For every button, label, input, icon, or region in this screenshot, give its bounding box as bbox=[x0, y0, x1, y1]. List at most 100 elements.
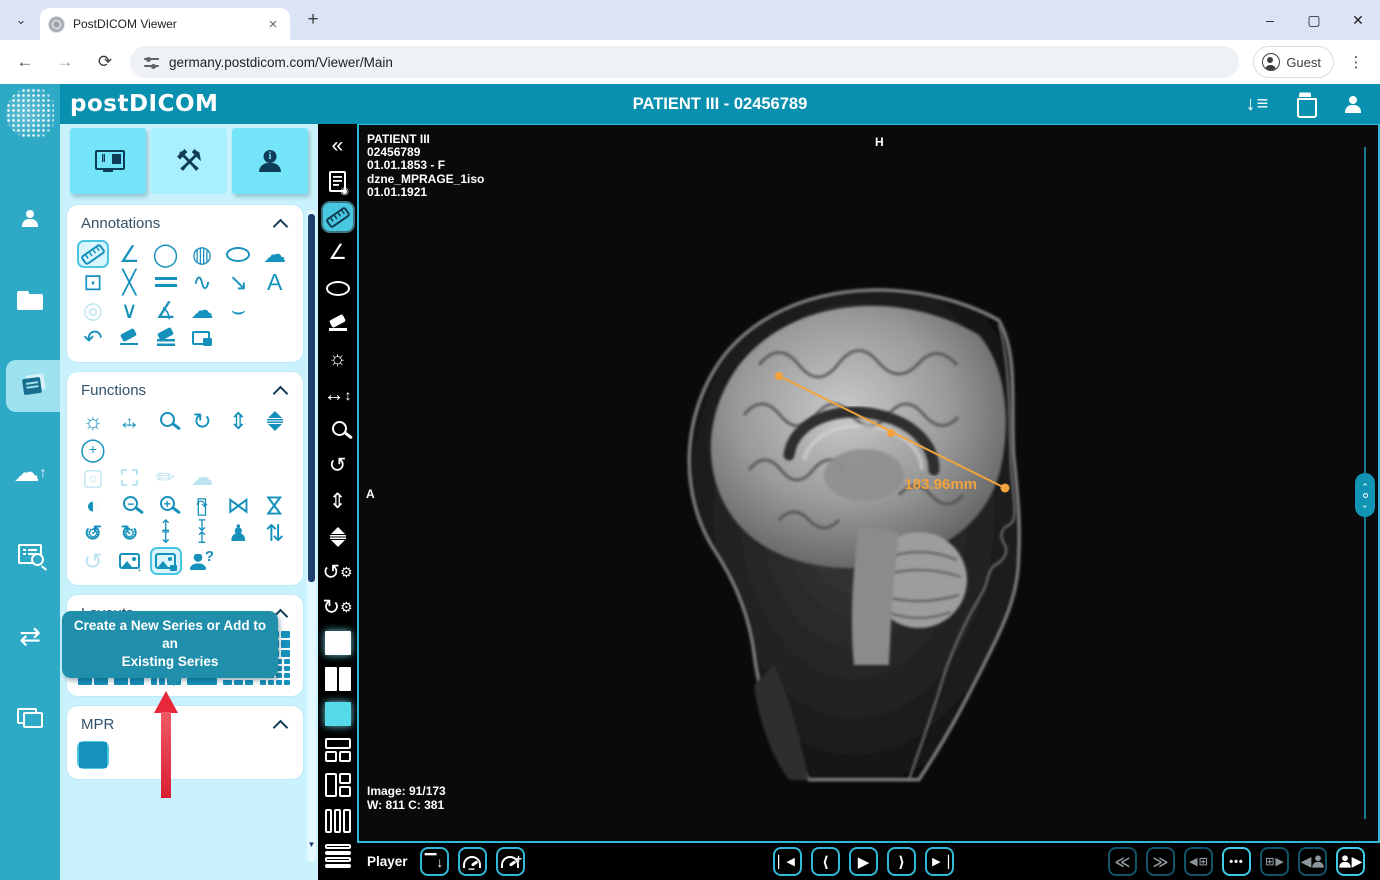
rail-item-share-exchange[interactable]: ⇄ bbox=[4, 614, 56, 658]
tab-tools[interactable]: ⚒ bbox=[151, 128, 227, 194]
freehand-region-icon[interactable]: ☁ bbox=[186, 463, 218, 491]
previous-study-grid-button[interactable]: ◀ ⊞ bbox=[1184, 847, 1213, 876]
tab-close-icon[interactable]: × bbox=[264, 15, 282, 33]
more-options-button[interactable]: ••• bbox=[1222, 847, 1251, 876]
toolbar-layout-3col[interactable] bbox=[323, 807, 353, 835]
arrow-icon[interactable]: ↘ bbox=[222, 268, 254, 296]
speed-up-button[interactable] bbox=[495, 847, 525, 876]
toolbar-scroll-stack[interactable] bbox=[323, 523, 353, 551]
spline-curve-icon[interactable]: ⌣ bbox=[222, 296, 254, 324]
rail-item-cloud-upload[interactable]: ☁ ↑ bbox=[4, 450, 56, 494]
reload-button[interactable]: ⟳ bbox=[90, 47, 120, 77]
last-image-button[interactable]: ▶ ▕ bbox=[925, 847, 954, 876]
invert-icon[interactable]: ◐ bbox=[77, 491, 109, 519]
toolbar-pan[interactable]: ↔ ↕ bbox=[323, 381, 353, 409]
tab-search-chevron-icon[interactable]: ⌄ bbox=[8, 7, 34, 33]
undo-annotation-icon[interactable]: ↶ bbox=[77, 324, 109, 352]
browser-tab[interactable]: PostDICOM Viewer × bbox=[40, 8, 290, 40]
closed-region-icon[interactable]: ☁ bbox=[186, 296, 218, 324]
toolbar-auto-rotation[interactable]: ↻ ⚙ bbox=[322, 594, 352, 622]
zoom-out-icon[interactable] bbox=[113, 491, 145, 519]
reset-rotation-icon[interactable]: ↺ ⚙ bbox=[77, 519, 109, 547]
panel-scrollbar-thumb[interactable] bbox=[308, 214, 315, 582]
rail-item-folders[interactable] bbox=[4, 278, 56, 322]
new-tab-button[interactable]: + bbox=[300, 7, 326, 33]
collapse-vertical-icon[interactable]: ↧ ↥ bbox=[186, 519, 218, 547]
panel-scrollbar[interactable] bbox=[307, 210, 316, 862]
pan-icon[interactable]: ↔ ↕ bbox=[113, 407, 145, 435]
speed-down-button[interactable] bbox=[457, 847, 487, 876]
close-button[interactable]: ✕ bbox=[1336, 0, 1380, 40]
play-button[interactable]: ▶ bbox=[849, 847, 878, 876]
rail-item-remote-screens[interactable] bbox=[4, 696, 56, 740]
toolbar-magnify[interactable] bbox=[323, 416, 353, 444]
url-text[interactable]: germany.postdicom.com/Viewer/Main bbox=[169, 55, 393, 70]
site-settings-icon[interactable] bbox=[144, 56, 159, 69]
crosshair-sync-icon[interactable]: ◯ + bbox=[77, 435, 109, 463]
guest-profile-button[interactable]: Guest bbox=[1253, 46, 1334, 78]
new-series-icon[interactable] bbox=[149, 547, 182, 575]
toolbar-window-level[interactable]: ☼ bbox=[323, 345, 353, 373]
toolbar-layout-current[interactable] bbox=[323, 700, 353, 728]
toolbar-eraser[interactable] bbox=[323, 310, 353, 338]
cross-lines-icon[interactable]: ╳ bbox=[113, 268, 145, 296]
toolbar-report-view[interactable] bbox=[323, 168, 353, 197]
assign-user-icon[interactable] bbox=[186, 547, 218, 575]
freehand-draw-icon[interactable]: ☁ bbox=[259, 240, 291, 268]
tab-patient-info[interactable]: i bbox=[232, 128, 308, 194]
next-series-set-button[interactable]: ≫ bbox=[1146, 847, 1175, 876]
rect-roi-icon[interactable]: ⊡ bbox=[77, 268, 109, 296]
sync-scroll-icon[interactable]: ⇅ bbox=[259, 519, 291, 547]
browser-menu-icon[interactable]: ⋮ bbox=[1344, 50, 1368, 74]
undo-series-icon[interactable]: ↺ bbox=[77, 547, 109, 575]
toolbar-layout-1top-2bottom[interactable] bbox=[323, 736, 353, 764]
reference-point-icon[interactable]: ◎ bbox=[77, 296, 109, 324]
toolbar-ellipse[interactable] bbox=[323, 274, 353, 302]
mirror-vertical-icon[interactable]: ⋈ bbox=[259, 491, 291, 519]
previous-image-button[interactable]: ⟨ bbox=[811, 847, 840, 876]
patient-orientation-icon[interactable]: ♟ bbox=[222, 519, 254, 547]
toolbar-layout-2col-filled[interactable] bbox=[323, 665, 353, 693]
toolbar-ruler[interactable] bbox=[322, 203, 353, 231]
text-annotation-icon[interactable]: A bbox=[259, 268, 291, 296]
zoom-in-icon[interactable] bbox=[150, 491, 182, 519]
erase-all-icon[interactable] bbox=[150, 324, 182, 352]
panel-scroll-down-icon[interactable]: ▼ bbox=[307, 838, 316, 850]
window-level-icon[interactable]: ☼ bbox=[77, 407, 109, 435]
ruler-icon[interactable] bbox=[77, 240, 109, 268]
window-level-region-icon[interactable]: ▢ ☼ bbox=[77, 463, 109, 491]
mpr-view-icon[interactable] bbox=[77, 741, 109, 769]
next-patient-button[interactable]: ▶ bbox=[1336, 847, 1365, 876]
toolbar-reset-rotation[interactable]: ↺ ⚙ bbox=[322, 558, 352, 586]
export-image-icon[interactable] bbox=[113, 547, 145, 575]
forward-button[interactable]: → bbox=[50, 47, 80, 77]
bone-density-icon[interactable]: ✏ bbox=[150, 463, 182, 491]
next-image-button[interactable]: ⟩ bbox=[887, 847, 916, 876]
maximize-button[interactable]: ▢ bbox=[1292, 0, 1336, 40]
rail-item-user-groups[interactable] bbox=[4, 196, 56, 240]
rail-item-worklist-search[interactable] bbox=[4, 532, 56, 576]
toolbar-collapse-panel[interactable]: « bbox=[323, 132, 353, 160]
sort-series-icon[interactable]: ↓ ≡ bbox=[1244, 91, 1270, 117]
deleted-items-icon[interactable] bbox=[1292, 91, 1318, 118]
collapse-chevron-icon[interactable] bbox=[275, 719, 287, 731]
mirror-horizontal-icon[interactable]: ⋈ bbox=[222, 491, 254, 519]
previous-series-set-button[interactable]: ≪ bbox=[1108, 847, 1137, 876]
account-icon[interactable] bbox=[1340, 91, 1366, 117]
minimize-button[interactable]: – bbox=[1248, 0, 1292, 40]
toolbar-rotate[interactable]: ↺ bbox=[323, 452, 353, 480]
toolbar-stretch-vertical[interactable]: ⇕ bbox=[323, 487, 353, 515]
toolbar-angle[interactable]: ∠ bbox=[323, 239, 353, 267]
circle-icon[interactable]: ◯ bbox=[150, 240, 182, 268]
collapse-chevron-icon[interactable] bbox=[275, 218, 287, 230]
rotate-icon[interactable]: ↻ bbox=[186, 407, 218, 435]
save-annotations-icon[interactable] bbox=[186, 324, 218, 352]
toolbar-layout-1left-2right[interactable] bbox=[323, 771, 353, 799]
angle-icon[interactable]: ∠ bbox=[113, 240, 145, 268]
polyline-icon[interactable]: ∿ bbox=[186, 268, 218, 296]
previous-patient-button[interactable]: ◀ bbox=[1298, 847, 1327, 876]
ellipse-icon[interactable] bbox=[222, 240, 254, 268]
rail-item-image-viewer[interactable] bbox=[6, 360, 62, 412]
eraser-icon[interactable] bbox=[113, 324, 145, 352]
open-angle-icon[interactable]: ∨ bbox=[113, 296, 145, 324]
